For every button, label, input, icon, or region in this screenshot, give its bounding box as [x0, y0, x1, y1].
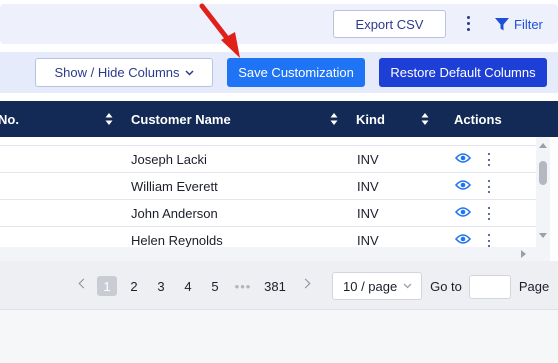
- app-root: Export CSV Filter Show / Hide Columns Sa…: [0, 0, 558, 363]
- eye-icon[interactable]: [455, 233, 471, 245]
- table-row[interactable]: [0, 137, 536, 146]
- eye-icon[interactable]: [455, 152, 471, 164]
- eye-icon[interactable]: [455, 179, 471, 191]
- kind-cell: INV: [357, 233, 379, 247]
- column-header-customer-name[interactable]: Customer Name: [131, 101, 231, 137]
- scrollbar-corner: [536, 247, 550, 261]
- chevron-down-icon: [403, 283, 412, 289]
- show-hide-columns-label: Show / Hide Columns: [54, 65, 180, 80]
- prev-page-icon[interactable]: [78, 278, 89, 289]
- chevron-down-icon: [184, 69, 194, 76]
- row-more-icon[interactable]: [487, 153, 491, 166]
- row-more-icon[interactable]: [487, 180, 491, 193]
- row-more-icon[interactable]: [487, 207, 491, 220]
- customer-name-cell: Joseph Lacki: [131, 152, 207, 167]
- customer-name-cell: William Everett: [131, 179, 218, 194]
- page-381[interactable]: 381: [262, 276, 288, 296]
- customer-name-cell: Helen Reynolds: [131, 233, 223, 247]
- page-3[interactable]: 3: [154, 276, 168, 296]
- page-1[interactable]: 1: [97, 276, 117, 296]
- kind-cell: INV: [357, 206, 379, 221]
- page-size-select[interactable]: 10 / page: [332, 272, 422, 300]
- table-header: No. Customer Name Kind Actions: [0, 101, 558, 137]
- scroll-right-arrow[interactable]: [521, 250, 526, 258]
- top-toolbar: Export CSV Filter: [0, 4, 558, 44]
- next-page-icon[interactable]: [300, 278, 311, 289]
- table-row[interactable]: Helen Reynolds INV: [0, 227, 536, 247]
- page-5[interactable]: 5: [208, 276, 222, 296]
- vertical-scrollbar[interactable]: [536, 137, 550, 247]
- row-more-icon[interactable]: [487, 234, 491, 247]
- show-hide-columns-button[interactable]: Show / Hide Columns: [35, 58, 213, 87]
- goto-label: Go to: [430, 278, 462, 294]
- customer-name-cell: John Anderson: [131, 206, 218, 221]
- column-actions-bar: Show / Hide Columns Save Customization R…: [0, 52, 558, 93]
- goto-page-input[interactable]: [469, 275, 511, 299]
- column-header-actions: Actions: [454, 111, 502, 127]
- page-2[interactable]: 2: [127, 276, 141, 296]
- sort-icon[interactable]: [330, 112, 338, 126]
- bottom-panel: [0, 309, 558, 363]
- page-ellipsis[interactable]: •••: [232, 276, 254, 296]
- column-header-kind[interactable]: Kind: [356, 101, 385, 137]
- scroll-down-arrow[interactable]: [539, 233, 547, 238]
- pagination: 1 2 3 4 5 ••• 381 10 / page Go to Page: [0, 261, 558, 309]
- filter-icon: [495, 17, 509, 30]
- export-csv-button[interactable]: Export CSV: [333, 10, 446, 38]
- sort-icon[interactable]: [105, 112, 113, 126]
- table-row[interactable]: Joseph Lacki INV: [0, 146, 536, 173]
- table-body: Joseph Lacki INV William Everett INV Joh…: [0, 137, 536, 247]
- page-4[interactable]: 4: [181, 276, 195, 296]
- page-label: Page: [518, 278, 550, 294]
- table-row[interactable]: William Everett INV: [0, 173, 536, 200]
- kind-cell: INV: [357, 179, 379, 194]
- red-arrow-annotation: [199, 3, 240, 58]
- table-row[interactable]: John Anderson INV: [0, 200, 536, 227]
- restore-default-columns-button[interactable]: Restore Default Columns: [379, 58, 547, 87]
- filter-label: Filter: [514, 16, 543, 32]
- horizontal-scrollbar[interactable]: [0, 247, 536, 261]
- scroll-thumb[interactable]: [539, 161, 547, 185]
- sort-icon[interactable]: [421, 112, 429, 126]
- page-size-value: 10 / page: [343, 278, 398, 294]
- eye-icon[interactable]: [455, 206, 471, 218]
- scroll-up-arrow[interactable]: [539, 143, 547, 148]
- kind-cell: INV: [357, 152, 379, 167]
- filter-button[interactable]: Filter: [495, 14, 543, 34]
- more-options-icon[interactable]: [462, 12, 474, 34]
- column-header-no[interactable]: No.: [0, 101, 19, 137]
